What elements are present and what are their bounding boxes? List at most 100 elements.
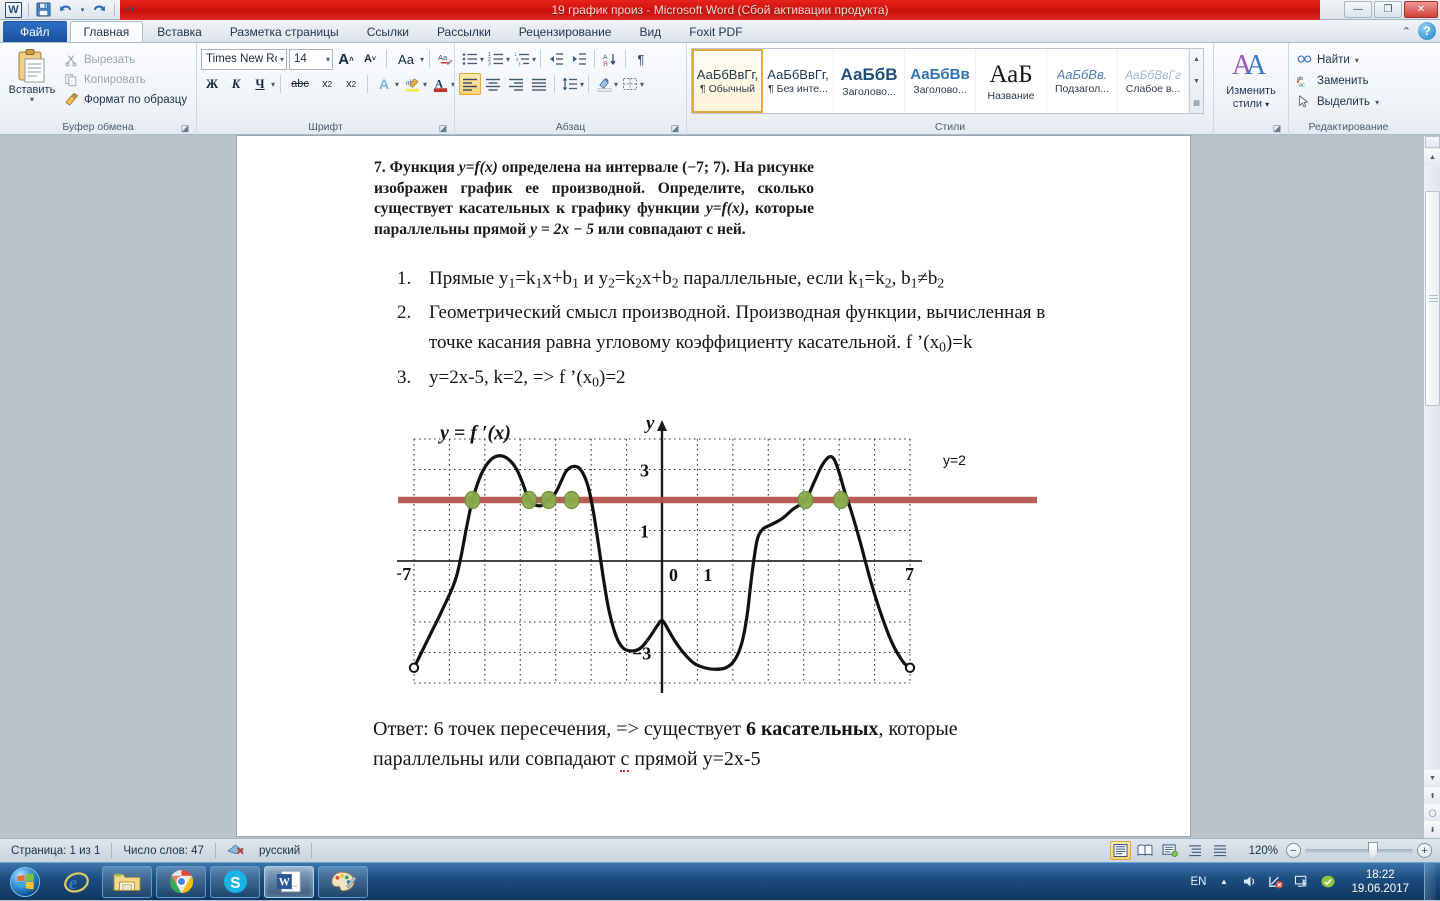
tab-view[interactable]: Вид bbox=[625, 21, 675, 42]
tab-mailings[interactable]: Рассылки bbox=[423, 21, 505, 42]
styles-gallery-scrollbar[interactable]: ▲ ▼ ▤ bbox=[1189, 49, 1203, 113]
borders-button[interactable] bbox=[619, 73, 641, 95]
change-styles-button[interactable]: A A Изменить стили ▾ bbox=[1221, 48, 1281, 111]
font-size-combo[interactable]: 14 ▾ bbox=[289, 49, 333, 70]
clock[interactable]: 18:22 19.06.2017 bbox=[1345, 868, 1415, 896]
find-caret-icon[interactable]: ▾ bbox=[1355, 56, 1359, 65]
numbering-caret-icon[interactable]: ▾ bbox=[506, 55, 510, 64]
taskbar-skype[interactable]: S bbox=[210, 866, 260, 898]
shading-button[interactable] bbox=[593, 73, 615, 95]
view-full-screen-reading-button[interactable] bbox=[1135, 841, 1156, 860]
text-effects-caret-icon[interactable]: ▾ bbox=[395, 80, 399, 89]
view-web-layout-button[interactable] bbox=[1160, 841, 1181, 860]
taskbar-google-chrome[interactable] bbox=[156, 866, 206, 898]
scroll-down-button[interactable]: ▼ bbox=[1424, 770, 1440, 787]
sort-button[interactable]: АЯ bbox=[599, 48, 621, 70]
scroll-up-button[interactable]: ▲ bbox=[1424, 149, 1440, 166]
document-vertical-scrollbar[interactable]: ▲ ⬆ ◯ ⬇ ▼ bbox=[1423, 136, 1440, 838]
select-button[interactable]: Выделить ▾ bbox=[1293, 92, 1382, 112]
scrollbar-thumb[interactable] bbox=[1425, 191, 1440, 406]
start-button[interactable] bbox=[2, 865, 48, 899]
font-dialog-launcher-icon[interactable]: ◪ bbox=[438, 121, 448, 131]
tab-foxit-pdf[interactable]: Foxit PDF bbox=[675, 21, 756, 42]
change-case-button[interactable]: Aa bbox=[392, 48, 420, 70]
document-page[interactable]: 7. Функция y=f(x) определена на интервал… bbox=[237, 136, 1190, 836]
help-icon[interactable]: ? bbox=[1418, 22, 1436, 40]
align-left-button[interactable] bbox=[459, 73, 481, 95]
zoom-slider-thumb[interactable] bbox=[1368, 842, 1378, 859]
show-formatting-marks-button[interactable]: ¶ bbox=[630, 48, 652, 70]
action-center-icon[interactable] bbox=[1293, 873, 1310, 890]
previous-page-button[interactable]: ⬆ bbox=[1424, 787, 1440, 804]
replace-button[interactable]: abac Заменить bbox=[1293, 71, 1382, 91]
bullets-button[interactable] bbox=[459, 48, 481, 70]
font-color-button[interactable]: A bbox=[429, 73, 451, 95]
text-effects-button[interactable]: A bbox=[373, 73, 395, 95]
tab-references[interactable]: Ссылки bbox=[353, 21, 423, 42]
change-case-caret-icon[interactable]: ▾ bbox=[420, 55, 424, 64]
highlight-caret-icon[interactable]: ▾ bbox=[423, 80, 427, 89]
restore-button[interactable]: ❐ bbox=[1374, 1, 1402, 18]
underline-caret-icon[interactable]: ▾ bbox=[271, 80, 275, 89]
font-name-combo[interactable]: Times New Rc ▾ bbox=[201, 49, 287, 70]
borders-caret-icon[interactable]: ▾ bbox=[640, 80, 644, 89]
paragraph-dialog-launcher-icon[interactable]: ◪ bbox=[670, 121, 680, 131]
proofing-status[interactable] bbox=[216, 839, 255, 863]
line-spacing-caret-icon[interactable]: ▾ bbox=[580, 80, 584, 89]
language-indicator[interactable]: русский bbox=[255, 839, 311, 863]
taskbar-microsoft-word[interactable]: W bbox=[264, 866, 314, 898]
multilevel-list-button[interactable]: 123 bbox=[511, 48, 533, 70]
cut-button[interactable]: Вырезать bbox=[60, 50, 190, 69]
taskbar-windows-explorer[interactable] bbox=[102, 866, 152, 898]
network-error-icon[interactable] bbox=[1267, 873, 1284, 890]
page-indicator[interactable]: Страница: 1 из 1 bbox=[0, 839, 111, 863]
line-spacing-button[interactable] bbox=[559, 73, 581, 95]
show-hidden-icons-button[interactable]: ▲ bbox=[1215, 873, 1232, 890]
style-no-spacing[interactable]: АаБбВвГг, ¶ Без инте... bbox=[763, 49, 834, 113]
gallery-more-icon[interactable]: ▤ bbox=[1190, 92, 1203, 113]
superscript-button[interactable]: x2 bbox=[340, 73, 362, 95]
gallery-scroll-down-icon[interactable]: ▼ bbox=[1190, 71, 1203, 92]
clipboard-dialog-launcher-icon[interactable]: ◪ bbox=[180, 121, 190, 131]
collapse-ribbon-icon[interactable]: ⌃ bbox=[1402, 25, 1411, 38]
paste-dropdown-icon[interactable]: ▾ bbox=[30, 96, 34, 103]
gallery-scroll-up-icon[interactable]: ▲ bbox=[1190, 49, 1203, 70]
tray-language[interactable]: EN bbox=[1190, 876, 1206, 888]
style-normal[interactable]: АаБбВвГг, ¶ Обычный bbox=[692, 49, 763, 113]
paste-button[interactable]: Вставить ▾ bbox=[4, 48, 60, 103]
tab-file[interactable]: Файл bbox=[3, 21, 67, 42]
select-caret-icon[interactable]: ▾ bbox=[1375, 98, 1379, 107]
zoom-in-button[interactable]: + bbox=[1417, 843, 1432, 858]
zoom-out-button[interactable]: − bbox=[1286, 843, 1301, 858]
align-center-button[interactable] bbox=[482, 73, 504, 95]
taskbar-paint[interactable] bbox=[318, 866, 368, 898]
justify-button[interactable] bbox=[528, 73, 550, 95]
view-print-layout-button[interactable] bbox=[1110, 841, 1131, 860]
highlight-color-button[interactable]: ab bbox=[401, 73, 423, 95]
italic-button[interactable]: К bbox=[225, 73, 247, 95]
shrink-font-button[interactable]: A˅ bbox=[359, 48, 381, 70]
tab-review[interactable]: Рецензирование bbox=[505, 21, 626, 42]
split-window-handle[interactable] bbox=[1425, 136, 1440, 148]
zoom-level[interactable]: 120% bbox=[1249, 845, 1282, 857]
multilevel-caret-icon[interactable]: ▾ bbox=[532, 55, 536, 64]
subscript-button[interactable]: x2 bbox=[316, 73, 338, 95]
tab-insert[interactable]: Вставка bbox=[143, 21, 216, 42]
style-heading-2[interactable]: АаБбВв Заголово... bbox=[905, 49, 976, 113]
zoom-slider[interactable] bbox=[1305, 849, 1413, 853]
decrease-indent-button[interactable] bbox=[545, 48, 567, 70]
copy-button[interactable]: Копировать bbox=[60, 70, 190, 89]
show-desktop-button[interactable] bbox=[1424, 863, 1436, 901]
bold-button[interactable]: Ж bbox=[201, 73, 223, 95]
grow-font-button[interactable]: A˄ bbox=[335, 48, 357, 70]
view-outline-button[interactable] bbox=[1185, 841, 1206, 860]
next-page-button[interactable]: ⬇ bbox=[1424, 821, 1440, 838]
style-subtle-emphasis[interactable]: АаБбВвГг Слабое в... bbox=[1118, 49, 1189, 113]
find-button[interactable]: Найти ▾ bbox=[1293, 50, 1382, 70]
close-button[interactable]: ✕ bbox=[1404, 1, 1438, 18]
derivative-graph[interactable]: −701731−3yy = f ′(x)y=2 bbox=[397, 417, 1057, 697]
style-subtitle[interactable]: АаБбВв. Подзагол... bbox=[1047, 49, 1118, 113]
view-draft-button[interactable] bbox=[1210, 841, 1231, 860]
font-size-caret-icon[interactable]: ▾ bbox=[323, 55, 330, 64]
tab-home[interactable]: Главная bbox=[70, 21, 144, 42]
